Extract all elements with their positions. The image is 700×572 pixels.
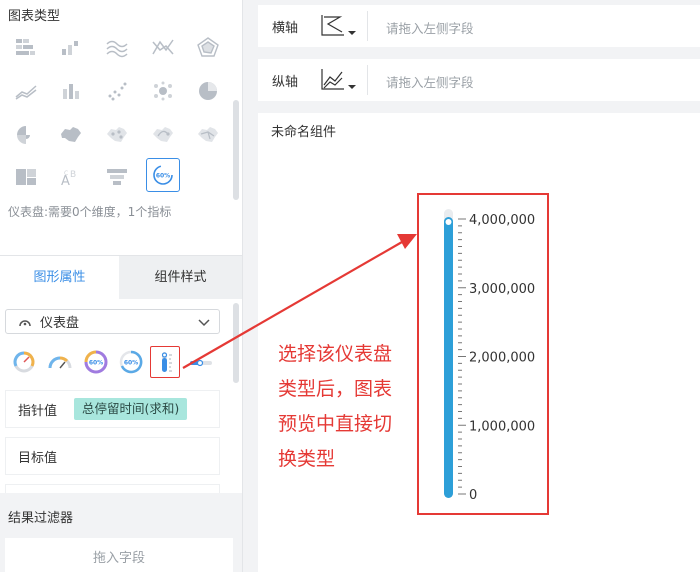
y-axis-type-icon[interactable] [320,67,358,93]
tick-label: 2,000,000 [469,351,535,366]
semi-gauge-icon[interactable] [45,346,75,378]
target-value-label: 目标值 [18,450,58,466]
map-network-icon[interactable] [191,118,225,152]
x-axis-drop-placeholder[interactable]: 请拖入左侧字段 [386,18,474,37]
svg-text:B: B [70,170,76,180]
area-wave-icon[interactable] [100,30,134,64]
pointer-value-row: 指针值 总停留时间(求和) [5,390,220,428]
line-chart-icon[interactable] [9,74,43,108]
ring-gauge-icon[interactable]: 60% [81,346,111,378]
chevron-down-icon [198,319,210,327]
treemap-icon[interactable] [9,160,43,194]
line-cross-icon[interactable] [146,30,180,64]
stacked-bar-icon[interactable] [54,74,88,108]
gauge-pointer [445,219,452,225]
thermometer-icon[interactable] [150,346,180,378]
map-flow-icon[interactable] [146,118,180,152]
svg-text:60%: 60% [89,360,103,367]
annotation-line: 选择该仪表盘 [278,343,393,365]
heatmap-table-icon[interactable] [9,30,43,64]
gauge-type-select[interactable]: 仪表盘 [5,309,220,334]
app-root: 图表类型 A B C 60% 仪表盘:需要0个维度，1个指标 图形属性 组件样式… [0,0,700,572]
svg-text:C: C [64,170,68,177]
x-axis-label: 横轴 [272,21,299,36]
tab-shape-properties[interactable]: 图形属性 [0,256,119,300]
pointer-value-field[interactable]: 总停留时间(求和) [74,398,188,420]
scatter-icon[interactable] [100,74,134,108]
x-axis-type-icon[interactable] [320,13,358,39]
gauge-select-value: 仪表盘 [40,316,80,331]
rose-chart-icon[interactable] [9,118,43,152]
slider-gauge-icon[interactable] [186,346,216,378]
pie-chart-icon[interactable] [191,74,225,108]
wordcloud-icon[interactable]: ABC [54,160,88,194]
component-name: 未命名组件 [271,125,337,140]
tick-label: 4,000,000 [469,213,535,228]
chart-type-scrollbar[interactable] [233,100,239,200]
annotation-line: 换类型 [278,448,336,470]
x-axis-row: 横轴 请拖入左侧字段 [258,5,700,47]
result-filter-title: 结果过滤器 [8,511,74,526]
tab-component-style[interactable]: 组件样式 [119,256,242,300]
y-axis-drop-placeholder[interactable]: 请拖入左侧字段 [386,72,474,91]
funnel-icon[interactable] [100,160,134,194]
tick-label: 3,000,000 [469,282,535,297]
properties-scrollbar[interactable] [233,303,239,383]
left-panel: 图表类型 A B C 60% 仪表盘:需要0个维度，1个指标 图形属性 组件样式… [0,0,243,572]
bar-chart-icon[interactable] [54,30,88,64]
annotation-line: 类型后，图表 [278,378,393,400]
radar-icon[interactable] [191,30,225,64]
thermometer-gauge: 4,000,000 3,000,000 2,000,000 1,000,000 0 [444,209,535,503]
china-map-icon[interactable] [54,118,88,152]
svg-text:60%: 60% [156,173,170,180]
tick-label: 1,000,000 [469,419,535,434]
map-dots-icon[interactable] [100,118,134,152]
speedometer-icon[interactable] [9,346,39,378]
y-axis-label: 纵轴 [272,75,299,90]
chart-type-hint: 仪表盘:需要0个维度，1个指标 [8,205,172,219]
bubble-icon[interactable] [146,74,180,108]
pointer-value-label: 指针值 [18,403,58,419]
chart-type-title: 图表类型 [8,9,61,24]
svg-text:60%: 60% [124,360,138,367]
y-axis-row: 纵轴 请拖入左侧字段 [258,59,700,101]
annotation-text: 选择该仪表盘 类型后，图表 预览中直接切 换类型 [278,337,418,477]
ring-gauge-2-icon[interactable]: 60% [116,346,146,378]
annotation-line: 预览中直接切 [278,413,393,435]
gauge-small-icon [19,319,31,326]
filter-drop-zone[interactable]: 拖入字段 [5,538,233,572]
gauge-value-bar [444,217,453,498]
target-value-row[interactable]: 目标值 [5,437,220,475]
gauge-icon[interactable]: 60% [146,158,180,192]
property-tabs: 图形属性 组件样式 [0,255,242,300]
tick-label: 0 [469,488,477,503]
